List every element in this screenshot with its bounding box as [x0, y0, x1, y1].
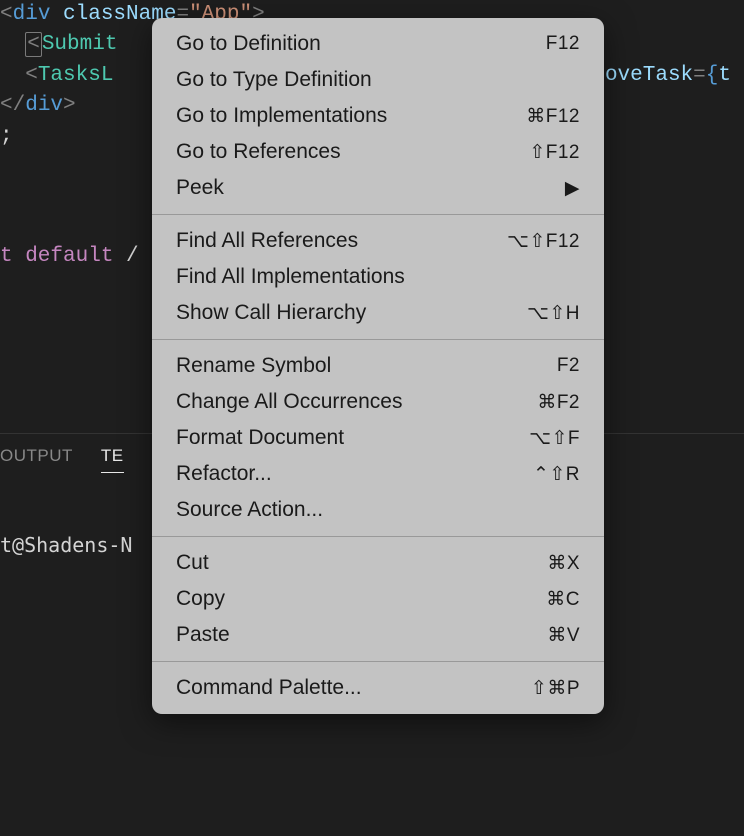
menu-item-label: Go to Type Definition — [176, 68, 372, 92]
menu-item-label: Find All References — [176, 229, 358, 253]
menu-item-show-call-hierarchy[interactable]: Show Call Hierarchy ⌥⇧H — [152, 295, 604, 331]
menu-item-label: Show Call Hierarchy — [176, 301, 366, 325]
menu-item-find-all-references[interactable]: Find All References ⌥⇧F12 — [152, 223, 604, 259]
menu-item-peek[interactable]: Peek ▶ — [152, 170, 604, 206]
menu-item-find-all-implementations[interactable]: Find All Implementations — [152, 259, 604, 295]
menu-item-label: Paste — [176, 623, 230, 647]
menu-item-shortcut: ⌘V — [547, 624, 580, 647]
menu-item-label: Peek — [176, 176, 224, 200]
menu-item-label: Copy — [176, 587, 225, 611]
menu-item-go-to-implementations[interactable]: Go to Implementations ⌘F12 — [152, 98, 604, 134]
menu-item-shortcut: F12 — [546, 33, 580, 55]
menu-item-shortcut: ⌥⇧H — [527, 302, 580, 325]
equals: = — [693, 64, 706, 87]
menu-item-paste[interactable]: Paste ⌘V — [152, 617, 604, 653]
menu-item-change-all-occurrences[interactable]: Change All Occurrences ⌘F2 — [152, 384, 604, 420]
text: / — [126, 245, 139, 268]
menu-item-shortcut: F2 — [557, 355, 580, 377]
menu-item-label: Go to Definition — [176, 32, 321, 56]
menu-item-go-to-references[interactable]: Go to References ⇧F12 — [152, 134, 604, 170]
menu-item-refactor[interactable]: Refactor... ⌃⇧R — [152, 456, 604, 492]
menu-item-shortcut: ⌘F2 — [537, 391, 580, 414]
menu-separator — [152, 214, 604, 215]
menu-item-label: Refactor... — [176, 462, 272, 486]
menu-item-shortcut: ⌘X — [547, 552, 580, 575]
menu-item-rename-symbol[interactable]: Rename Symbol F2 — [152, 348, 604, 384]
html-tag: div — [25, 94, 63, 117]
menu-item-source-action[interactable]: Source Action... — [152, 492, 604, 528]
menu-item-label: Rename Symbol — [176, 354, 331, 378]
menu-item-shortcut: ⇧F12 — [529, 141, 580, 164]
jsx-brace: { — [706, 64, 719, 87]
component-name: Submit — [42, 33, 118, 56]
menu-item-go-to-type-definition[interactable]: Go to Type Definition — [152, 62, 604, 98]
menu-item-shortcut: ⌘F12 — [526, 105, 580, 128]
menu-item-label: Find All Implementations — [176, 265, 405, 289]
submenu-arrow-icon: ▶ — [565, 177, 580, 200]
menu-item-copy[interactable]: Copy ⌘C — [152, 581, 604, 617]
menu-separator — [152, 536, 604, 537]
menu-item-label: Source Action... — [176, 498, 323, 522]
menu-separator — [152, 339, 604, 340]
attr-name: oveTask — [605, 64, 693, 87]
angle-bracket: </ — [0, 94, 25, 117]
menu-item-cut[interactable]: Cut ⌘X — [152, 545, 604, 581]
menu-item-command-palette[interactable]: Command Palette... ⇧⌘P — [152, 670, 604, 706]
variable: t — [718, 64, 731, 87]
menu-item-format-document[interactable]: Format Document ⌥⇧F — [152, 420, 604, 456]
tab-output[interactable]: OUTPUT — [0, 446, 73, 473]
component-name: TasksL — [38, 64, 114, 87]
menu-item-label: Change All Occurrences — [176, 390, 402, 414]
menu-item-shortcut: ⌥⇧F — [529, 427, 580, 450]
menu-item-label: Command Palette... — [176, 676, 362, 700]
angle-bracket: < — [0, 3, 13, 26]
angle-bracket: < — [25, 64, 38, 87]
menu-item-shortcut: ⇧⌘P — [531, 677, 580, 700]
menu-separator — [152, 661, 604, 662]
menu-item-shortcut: ⌘C — [546, 588, 580, 611]
menu-item-shortcut: ⌃⇧R — [533, 463, 580, 486]
menu-item-label: Format Document — [176, 426, 344, 450]
menu-item-label: Cut — [176, 551, 209, 575]
angle-bracket: < — [27, 33, 40, 56]
menu-item-shortcut: ⌥⇧F12 — [507, 230, 580, 253]
menu-item-label: Go to References — [176, 140, 341, 164]
keyword: t default — [0, 245, 126, 268]
tab-terminal[interactable]: TE — [101, 446, 124, 473]
menu-item-go-to-definition[interactable]: Go to Definition F12 — [152, 26, 604, 62]
angle-bracket: > — [63, 94, 76, 117]
html-tag: div — [13, 3, 51, 26]
menu-item-label: Go to Implementations — [176, 104, 387, 128]
context-menu: Go to Definition F12 Go to Type Definition… — [152, 18, 604, 714]
